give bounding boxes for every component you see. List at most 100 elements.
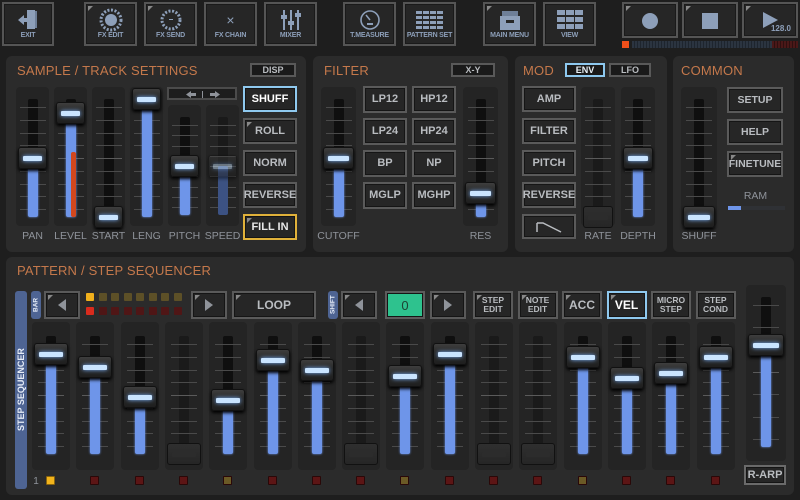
fx-edit-button[interactable]: FX EDIT [84,2,137,46]
fx-chain-button[interactable]: × FX CHAIN [204,2,257,46]
mode-btn-note-edit[interactable]: NOTE EDIT [517,291,558,319]
fader-level[interactable] [54,87,87,226]
mode-btn-step-edit[interactable]: STEP EDIT [473,291,513,319]
filter-type-lp12[interactable]: LP12 [363,86,407,113]
fader-knob[interactable] [170,155,199,177]
fader-cutoff[interactable] [321,87,356,226]
bar-tab[interactable]: BAR [31,291,41,319]
bar-next-button[interactable] [191,291,227,319]
envelope-shape-button[interactable] [522,214,576,239]
fader-speed[interactable] [206,105,239,226]
mode-btn-micro-step[interactable]: MICRO STEP [651,291,691,319]
mixer-button[interactable]: MIXER [264,2,317,46]
fader-knob[interactable] [256,349,290,371]
step-lamp[interactable] [400,476,409,485]
filter-type-lp24[interactable]: LP24 [363,118,407,145]
track-btn-roll[interactable]: ROLL [243,118,297,144]
step-fader-7[interactable] [298,322,336,470]
fader-knob[interactable] [623,147,653,169]
fader-knob[interactable] [748,334,784,356]
fader-knob[interactable] [323,147,354,169]
step-fader-4[interactable] [165,322,203,470]
r-arp-fader[interactable] [746,285,786,461]
t-measure-button[interactable]: T.MEASURE [343,2,396,46]
filter-type-hp24[interactable]: HP24 [412,118,456,145]
step-fader-5[interactable] [209,322,247,470]
step-lamp[interactable] [533,476,542,485]
step-fader-12[interactable] [519,322,557,470]
view-button[interactable]: VIEW [543,2,596,46]
fader-knob[interactable] [300,359,334,381]
step-lamp[interactable] [90,476,99,485]
step-lamp[interactable] [312,476,321,485]
fader-knob[interactable] [583,206,613,228]
fader-knob[interactable] [610,367,644,389]
fader-pitch[interactable] [168,105,201,226]
fx-send-button[interactable]: FX SEND [144,2,197,46]
common-btn-finetune[interactable]: FINETUNE [727,151,783,177]
step-fader-1[interactable] [32,322,70,470]
step-lamp[interactable] [356,476,365,485]
step-lamp[interactable] [268,476,277,485]
fader-knob[interactable] [683,206,715,228]
fader-leng[interactable] [130,87,163,226]
step-lamp[interactable] [445,476,454,485]
fader-knob[interactable] [566,346,600,368]
fader-knob[interactable] [123,386,157,408]
fader-knob[interactable] [94,206,123,228]
bar-led-bottom[interactable] [161,307,169,315]
fader-knob[interactable] [18,147,47,169]
bar-led-top[interactable] [148,293,157,301]
fader-rate[interactable] [581,87,615,228]
step-lamp[interactable] [666,476,675,485]
fader-knob[interactable] [56,102,85,124]
fader-knob[interactable] [654,362,688,384]
lfo-tab[interactable]: LFO [609,63,651,77]
fader-knob[interactable] [521,443,555,465]
step-fader-13[interactable] [564,322,602,470]
step-lamp[interactable] [46,476,55,485]
step-fader-10[interactable] [431,322,469,470]
env-tab[interactable]: ENV [565,63,605,77]
mode-btn-vel[interactable]: VEL [606,291,647,319]
track-btn-fill-in[interactable]: FILL IN [243,214,297,240]
fader-knob[interactable] [208,155,237,177]
step-fader-16[interactable] [697,322,735,470]
song-position-bar[interactable] [632,41,798,48]
disp-button[interactable]: DISP [250,63,296,77]
fader-start[interactable] [92,87,125,228]
bar-led-top[interactable] [86,293,94,301]
filter-type-mglp[interactable]: MGLP [363,182,407,209]
step-fader-3[interactable] [121,322,159,470]
r-arp-button[interactable]: R-ARP [744,465,786,485]
filter-type-hp12[interactable]: HP12 [412,86,456,113]
main-menu-button[interactable]: MAIN MENU [483,2,536,46]
bar-led-bottom[interactable] [86,307,94,315]
bar-led-bottom[interactable] [136,307,144,315]
direction-toggle[interactable] [167,87,237,100]
step-lamp[interactable] [179,476,188,485]
shift-next-button[interactable] [430,291,466,319]
mode-btn-step-cond[interactable]: STEP COND [695,291,736,319]
xy-button[interactable]: X-Y [451,63,495,77]
step-lamp[interactable] [223,476,232,485]
bar-led-top[interactable] [111,293,119,301]
mod-target-filter[interactable]: FILTER [522,118,576,144]
fader-knob[interactable] [34,343,68,365]
bar-led-top[interactable] [123,293,132,301]
fader-knob[interactable] [211,389,245,411]
bar-led-bottom[interactable] [111,307,119,315]
step-fader-11[interactable] [475,322,513,470]
track-btn-shuff[interactable]: SHUFF [243,86,297,112]
fader-knob[interactable] [433,343,467,365]
mod-target-pitch[interactable]: PITCH [522,150,576,176]
step-sequencer-tab[interactable]: STEP SEQUENCER [15,291,27,489]
step-fader-8[interactable] [342,322,380,470]
fader-knob[interactable] [477,443,511,465]
bar-prev-button[interactable] [44,291,80,319]
bar-led-top[interactable] [136,293,144,301]
step-fader-2[interactable] [76,322,114,470]
fader-knob[interactable] [132,88,161,110]
pattern-set-button[interactable]: PATTERN SET [403,2,456,46]
bar-led-top[interactable] [161,293,169,301]
